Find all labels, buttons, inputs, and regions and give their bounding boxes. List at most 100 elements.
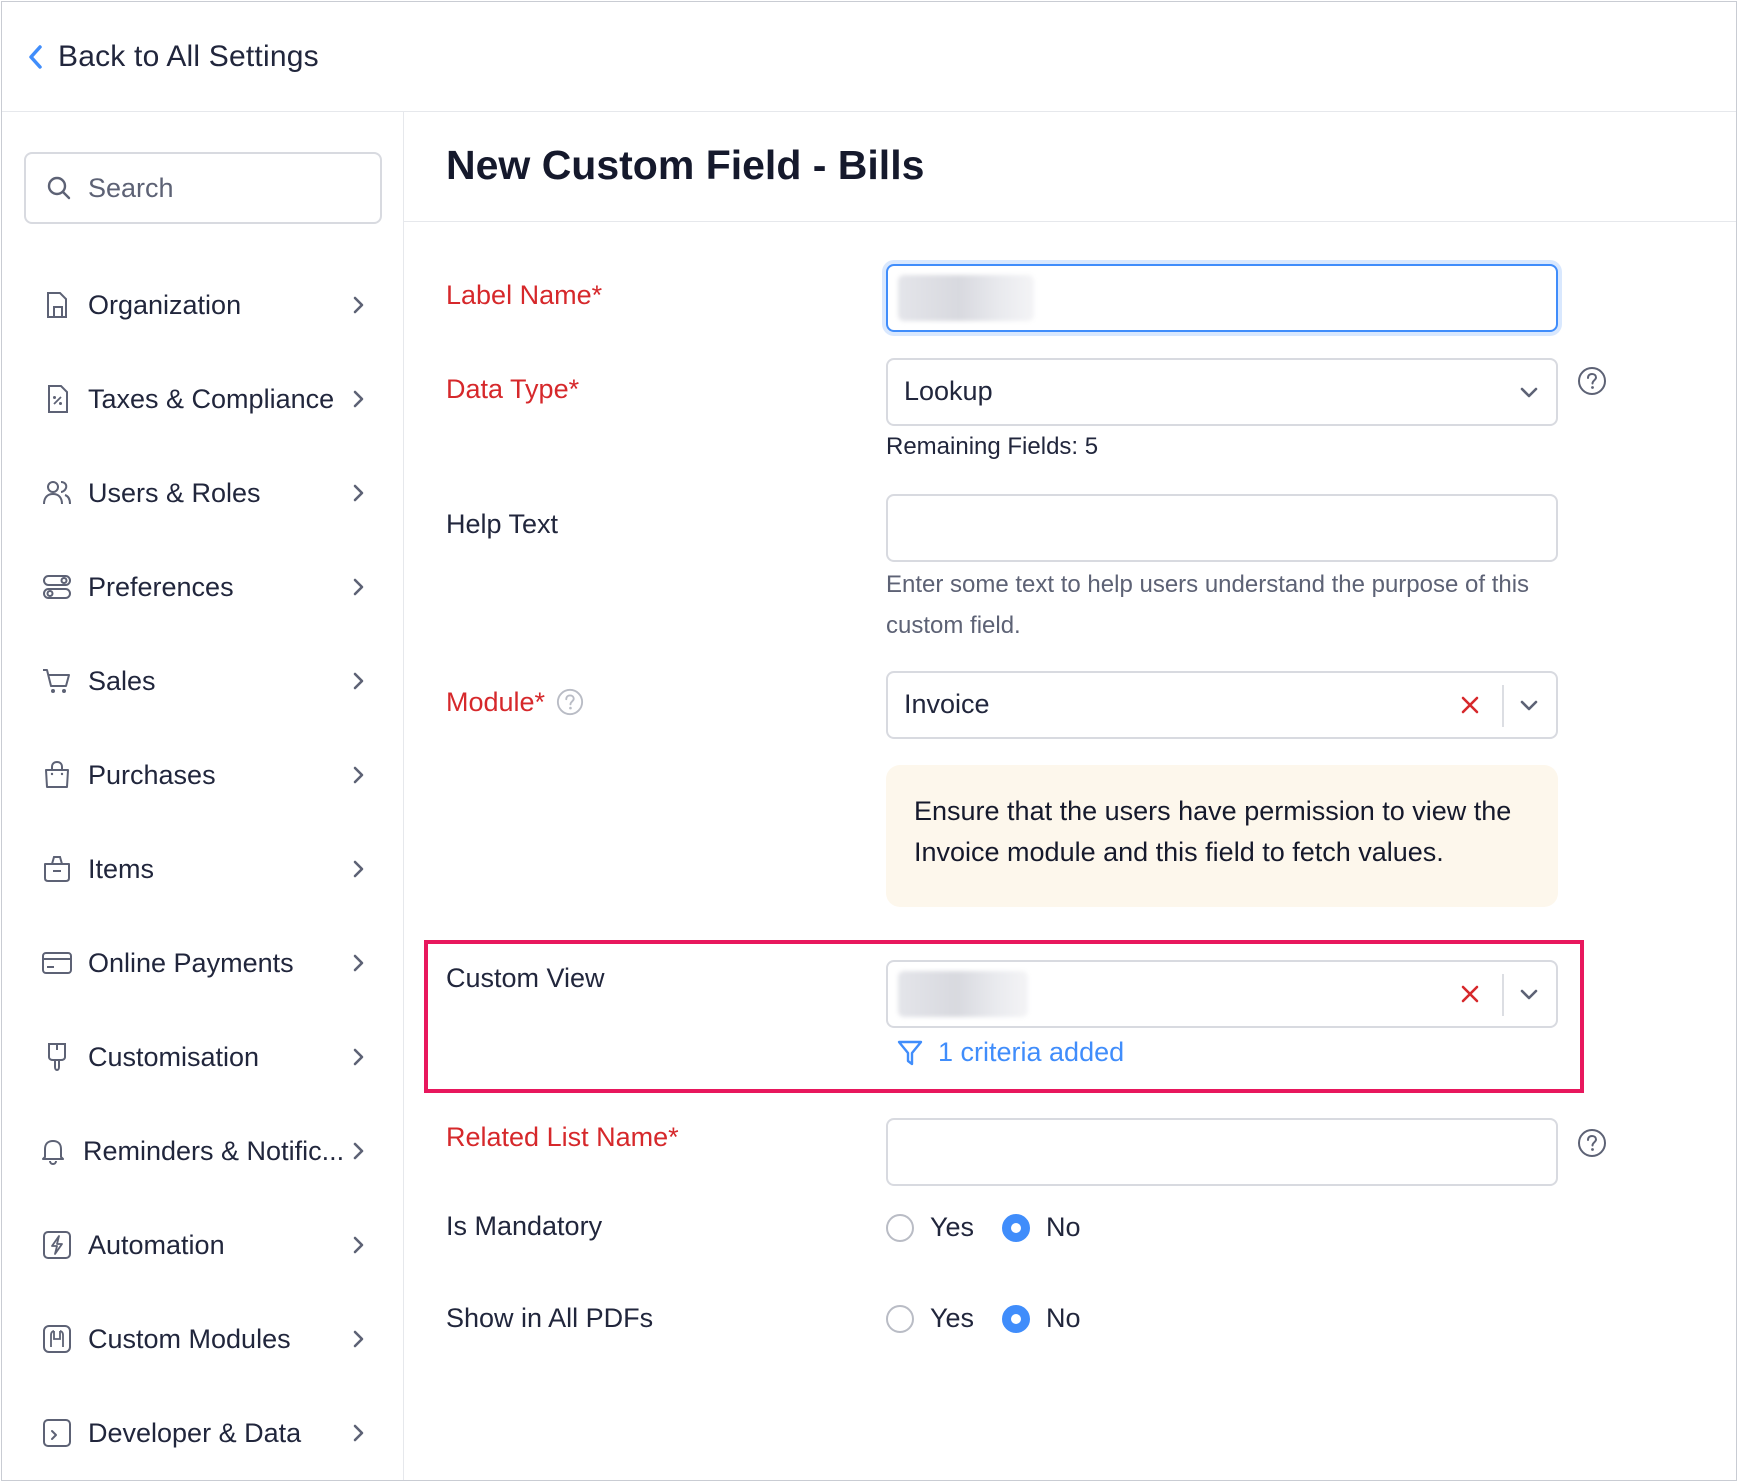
chevron-right-icon <box>353 296 364 314</box>
basket-icon <box>40 852 74 886</box>
sidebar-item-label: Organization <box>88 289 242 320</box>
sidebar-item-label: Customisation <box>88 1041 260 1072</box>
permission-info-box: Ensure that the users have permission to… <box>886 765 1558 907</box>
sidebar-item-automation[interactable]: Automation <box>2 1210 402 1280</box>
sidebar-item-customisation[interactable]: Customisation <box>2 1022 402 1092</box>
custom-view-label: Custom View <box>446 963 605 993</box>
chevron-left-icon <box>29 45 42 69</box>
chevron-right-icon <box>353 484 364 502</box>
radio-circle-selected <box>1002 1213 1031 1242</box>
help-text-label: Help Text <box>446 509 559 539</box>
top-bar: Back to All Settings <box>2 2 1736 112</box>
chevron-right-icon <box>353 1142 364 1160</box>
sidebar-item-purchases[interactable]: Purchases <box>2 740 402 810</box>
label-name-input[interactable] <box>886 264 1558 332</box>
radio-label-no: No <box>1046 1303 1081 1333</box>
sidebar-item-label: Taxes & Compliance <box>88 383 335 414</box>
tax-document-icon <box>40 382 74 416</box>
clear-icon[interactable] <box>1456 980 1484 1008</box>
sidebar-item-label: Preferences <box>88 571 234 602</box>
shopping-bag-icon <box>40 758 74 792</box>
sidebar-item-online-payments[interactable]: Online Payments <box>2 928 402 998</box>
sidebar-item-label: Developer & Data <box>88 1417 302 1448</box>
sidebar-item-preferences[interactable]: Preferences <box>2 552 402 622</box>
page-title: New Custom Field - Bills <box>446 142 925 188</box>
back-label: Back to All Settings <box>58 40 319 73</box>
sidebar-item-label: Reminders & Notific... <box>83 1135 345 1166</box>
radio-label-yes: Yes <box>930 1303 975 1333</box>
chevron-down-icon[interactable] <box>1518 695 1540 717</box>
sidebar-item-organization[interactable]: Organization <box>2 270 402 340</box>
chevron-right-icon <box>353 860 364 878</box>
is-mandatory-label: Is Mandatory <box>446 1211 603 1241</box>
show-in-pdfs-yes-radio[interactable]: Yes <box>886 1303 974 1334</box>
sidebar-item-developer-data[interactable]: Developer & Data <box>2 1398 402 1468</box>
is-mandatory-no-radio[interactable]: No <box>1002 1212 1081 1243</box>
bell-icon <box>36 1134 70 1168</box>
chevron-down-icon[interactable] <box>1518 984 1540 1006</box>
custom-view-select[interactable] <box>886 960 1558 1028</box>
settings-sidebar: Organization Taxes & Compliance Users & … <box>2 112 404 1480</box>
show-in-pdfs-radio-group: Yes No <box>886 1303 1109 1334</box>
help-text-hint: Enter some text to help users understand… <box>886 571 1530 639</box>
chevron-right-icon <box>353 1330 364 1348</box>
terminal-icon <box>40 1416 74 1450</box>
chevron-right-icon <box>353 672 364 690</box>
sidebar-item-label: Automation <box>88 1229 225 1260</box>
chevron-right-icon <box>353 578 364 596</box>
data-type-value: Lookup <box>904 376 993 406</box>
credit-card-icon <box>40 946 74 980</box>
sidebar-item-label: Online Payments <box>88 947 294 978</box>
sidebar-item-custom-modules[interactable]: Custom Modules <box>2 1304 402 1374</box>
related-list-name-input[interactable] <box>886 1118 1558 1186</box>
chevron-right-icon <box>353 954 364 972</box>
radio-circle <box>886 1213 914 1242</box>
search-icon <box>47 176 71 200</box>
lightning-icon <box>40 1228 74 1262</box>
sidebar-item-label: Custom Modules <box>88 1323 291 1354</box>
page-header: New Custom Field - Bills <box>404 112 1736 222</box>
radio-circle-selected <box>1002 1304 1031 1333</box>
sidebar-item-sales[interactable]: Sales <box>2 646 402 716</box>
help-text-field[interactable] <box>888 496 1556 560</box>
sidebar-item-users-roles[interactable]: Users & Roles <box>2 458 402 528</box>
module-label: Module* <box>446 687 545 718</box>
main-content: New Custom Field - Bills Label Name* Dat… <box>404 112 1736 1480</box>
data-type-select[interactable]: Lookup <box>886 358 1558 426</box>
criteria-added-text: 1 criteria added <box>938 1037 1125 1067</box>
help-text-input[interactable] <box>886 494 1558 562</box>
search-input[interactable] <box>86 171 350 205</box>
sidebar-item-label: Items <box>88 853 155 884</box>
sidebar-item-reminders-notifications[interactable]: Reminders & Notific... <box>2 1116 402 1186</box>
chevron-right-icon <box>353 1048 364 1066</box>
users-icon <box>40 476 74 510</box>
criteria-added-link[interactable]: 1 criteria added <box>896 1037 1124 1068</box>
show-in-pdfs-label: Show in All PDFs <box>446 1303 654 1333</box>
help-icon[interactable] <box>1577 366 1607 396</box>
select-divider <box>1502 974 1504 1016</box>
sidebar-item-label: Sales <box>88 665 156 696</box>
help-icon[interactable] <box>1577 1128 1607 1158</box>
search-box <box>24 152 382 224</box>
building-icon <box>40 288 74 322</box>
related-list-name-field[interactable] <box>888 1120 1556 1184</box>
help-icon[interactable] <box>556 688 584 716</box>
select-divider <box>1502 685 1504 727</box>
radio-label-yes: Yes <box>930 1212 975 1242</box>
clear-icon[interactable] <box>1456 691 1484 719</box>
module-icon <box>40 1322 74 1356</box>
redacted-value <box>898 275 1034 321</box>
brush-icon <box>40 1040 74 1074</box>
sidebar-item-taxes-compliance[interactable]: Taxes & Compliance <box>2 364 402 434</box>
chevron-down-icon <box>1520 387 1538 398</box>
remaining-fields-text: Remaining Fields: 5 <box>886 433 1099 460</box>
show-in-pdfs-no-radio[interactable]: No <box>1002 1303 1081 1334</box>
sidebar-item-items[interactable]: Items <box>2 834 402 904</box>
module-select[interactable]: Invoice <box>886 671 1558 739</box>
module-value: Invoice <box>904 689 990 719</box>
is-mandatory-yes-radio[interactable]: Yes <box>886 1212 974 1243</box>
filter-icon <box>897 1040 923 1065</box>
chevron-right-icon <box>353 766 364 784</box>
back-to-settings-link[interactable]: Back to All Settings <box>26 40 319 74</box>
chevron-right-icon <box>353 390 364 408</box>
